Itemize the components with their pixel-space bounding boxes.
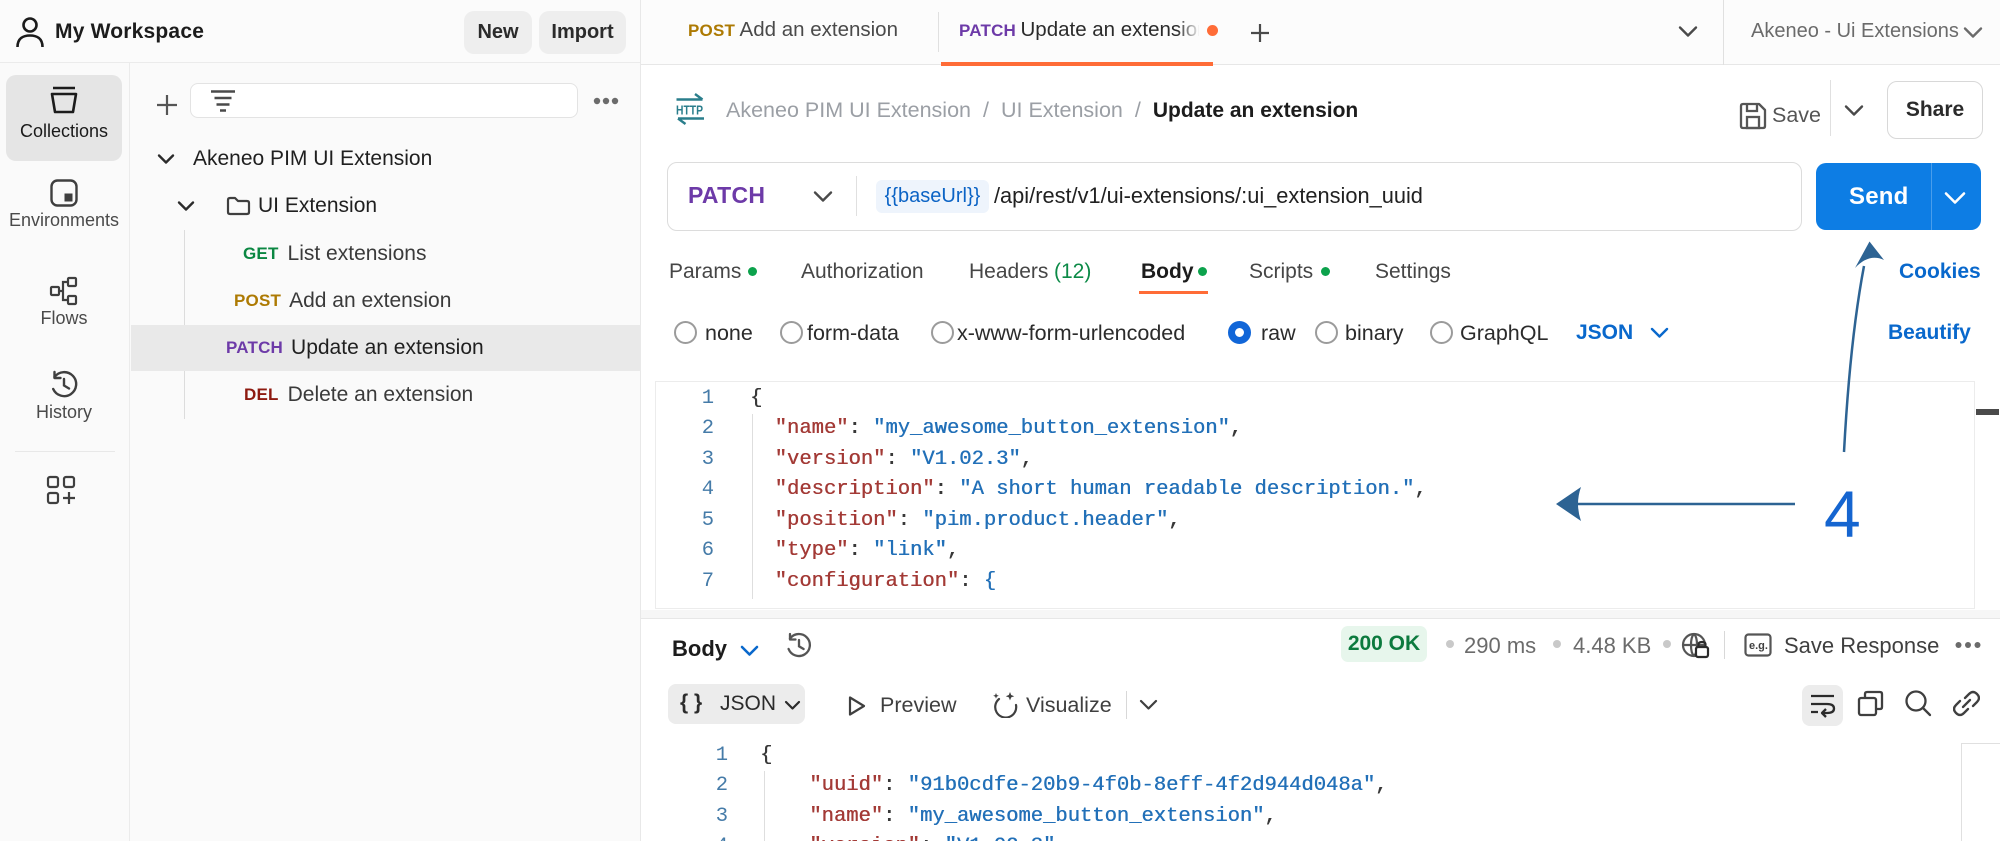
svg-text:e.g.: e.g. [1749,640,1768,652]
svg-text:HTTP: HTTP [676,103,703,118]
